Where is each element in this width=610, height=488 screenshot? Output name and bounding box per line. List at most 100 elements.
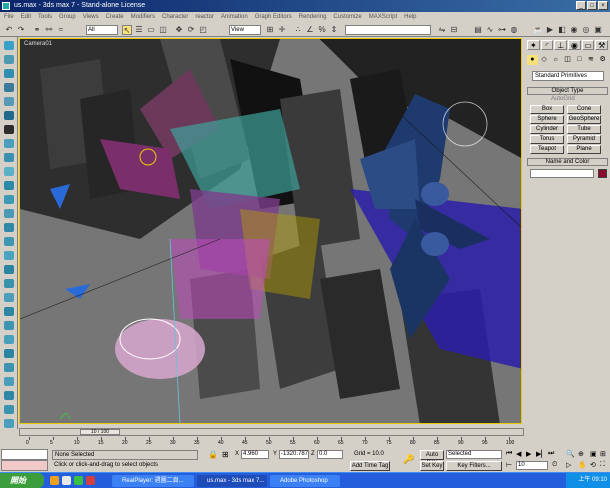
maxscript-output[interactable] — [1, 460, 48, 471]
cloth-tool-icon[interactable] — [4, 307, 14, 316]
x-coord-field[interactable]: 4.960 — [241, 450, 269, 459]
quick-launch-app-icon[interactable] — [86, 476, 95, 485]
particles-tool-icon[interactable] — [4, 153, 14, 162]
lights-tool-icon[interactable] — [4, 69, 14, 78]
menu-edit[interactable]: Edit — [21, 12, 31, 23]
menu-graph-editors[interactable]: Graph Editors — [255, 12, 292, 23]
rope-tool-icon[interactable] — [4, 335, 14, 344]
maximize-viewport-icon[interactable]: ⛶ — [600, 461, 605, 469]
maxscript-listener[interactable] — [1, 449, 48, 471]
cameras-tool-icon[interactable] — [4, 83, 14, 92]
display-tab-icon[interactable]: ▭ — [581, 40, 595, 50]
auto-key-button[interactable]: Auto Key — [420, 450, 444, 466]
start-button[interactable]: 開始 — [0, 473, 44, 488]
autogrid-checkbox[interactable]: AutoGrid — [551, 96, 575, 102]
menu-file[interactable]: File — [4, 12, 14, 23]
schematic-view-icon[interactable]: ⊶ — [497, 25, 507, 35]
shapes-category-icon[interactable]: ◇ — [539, 55, 550, 65]
lock-selection-icon[interactable]: 🔒 — [208, 450, 218, 459]
geosphere-button[interactable]: GeoSphere — [567, 115, 601, 124]
select-rotate-icon[interactable]: ⟳ — [186, 25, 196, 35]
create-tab-icon[interactable]: ✦ — [527, 40, 540, 50]
menu-rendering[interactable]: Rendering — [299, 12, 327, 23]
box-button[interactable]: Box — [530, 105, 564, 114]
align-icon[interactable]: ⊟ — [449, 25, 459, 35]
torus-button[interactable]: Torus — [530, 135, 564, 144]
fracture-tool-icon[interactable] — [4, 363, 14, 372]
object-color-swatch[interactable] — [598, 169, 607, 178]
sphere-button[interactable]: Sphere — [530, 115, 564, 124]
menu-modifiers[interactable]: Modifiers — [131, 12, 155, 23]
dynamics-tool-icon[interactable] — [4, 195, 14, 204]
y-coord-field[interactable]: -1320.787 — [279, 450, 309, 459]
systems-category-icon[interactable]: ⚙ — [597, 55, 608, 65]
bones-tool-icon[interactable] — [4, 251, 14, 260]
utilities-tab-icon[interactable]: ⚒ — [595, 40, 609, 50]
field-of-view-icon[interactable]: ▷ — [566, 461, 571, 469]
trackbar[interactable]: 0 5 10 15 20 25 30 35 40 45 50 55 60 65 70 75 80 85 90 95 10… — [19, 437, 524, 448]
hierarchy-tab-icon[interactable]: ⊥ — [554, 40, 568, 50]
plane-tool-icon[interactable] — [4, 377, 14, 386]
zoom-extents-all-icon[interactable]: ⊞ — [600, 450, 606, 458]
current-frame-field[interactable]: 10 — [516, 461, 548, 470]
select-object-icon[interactable]: ↖ — [122, 25, 132, 35]
previous-frame-icon[interactable]: ◀ — [516, 450, 521, 458]
motion-tab-icon[interactable]: ◉ — [568, 40, 581, 50]
unlink-icon[interactable]: ⚯ — [44, 25, 54, 35]
camera-viewport[interactable]: Camera01 — [19, 38, 522, 424]
menu-help[interactable]: Help — [404, 12, 416, 23]
object-name-field[interactable] — [530, 169, 594, 178]
undo-icon[interactable]: ↶ — [4, 25, 14, 35]
geometry-tool-icon[interactable] — [4, 111, 14, 120]
mirror-icon[interactable]: ⇋ — [437, 25, 447, 35]
named-selection-sets-dropdown[interactable] — [345, 25, 431, 35]
menu-character[interactable]: Character — [162, 12, 188, 23]
close-button[interactable]: × — [598, 1, 608, 10]
reference-coordinate-dropdown[interactable]: View — [229, 25, 261, 35]
uvw-tool-icon[interactable] — [4, 237, 14, 246]
quick-launch-ie-icon[interactable] — [50, 476, 59, 485]
selection-filter-dropdown[interactable]: All — [86, 25, 118, 35]
set-key-mode-icon[interactable]: 🔑 — [403, 454, 414, 465]
zoom-all-icon[interactable]: ⊕ — [578, 450, 584, 458]
menu-maxscript[interactable]: MAXScript — [369, 12, 397, 23]
mesh-tool-icon[interactable] — [4, 223, 14, 232]
ik-tool-icon[interactable] — [4, 279, 14, 288]
shapes-tool-icon[interactable] — [4, 97, 14, 106]
key-mode-dropdown[interactable]: Selected — [446, 450, 502, 459]
bind-space-warp-icon[interactable]: ≈ — [56, 25, 66, 35]
menu-tools[interactable]: Tools — [38, 12, 52, 23]
tube-button[interactable]: Tube — [567, 125, 601, 134]
render-frame-icon[interactable]: ▣ — [593, 25, 603, 35]
menu-reactor[interactable]: reactor — [195, 12, 214, 23]
set-key-button[interactable]: Set Key — [420, 461, 444, 471]
object-category-dropdown[interactable]: Standard Primitives — [532, 71, 604, 81]
cylinder-button[interactable]: Cylinder — [530, 125, 564, 134]
select-move-icon[interactable]: ✥ — [174, 25, 184, 35]
arc-rotate-icon[interactable]: ⟲ — [590, 461, 596, 469]
quick-launch-desktop-icon[interactable] — [62, 476, 71, 485]
render-type-icon[interactable]: ◧ — [557, 25, 567, 35]
angle-snap-icon[interactable]: ∠ — [305, 25, 315, 35]
skin-tool-icon[interactable] — [4, 265, 14, 274]
plane-button[interactable]: Plane — [567, 145, 601, 154]
object-type-rollout[interactable]: Object Type — [527, 87, 608, 95]
task-3dsmax[interactable]: us.max - 3ds max 7... — [197, 475, 267, 487]
checker-tool-icon[interactable] — [4, 125, 14, 134]
rectangular-selection-icon[interactable]: ▭ — [146, 25, 156, 35]
percent-snap-icon[interactable]: % — [317, 25, 327, 35]
toy-car-tool-icon[interactable] — [4, 419, 14, 428]
select-scale-icon[interactable]: ◰ — [198, 25, 208, 35]
maximize-button[interactable]: □ — [587, 1, 597, 10]
snap-toggle-icon[interactable]: ∴ — [293, 25, 303, 35]
redo-icon[interactable]: ↷ — [16, 25, 26, 35]
zoom-extents-icon[interactable]: ▣ — [590, 450, 597, 458]
maxscript-input[interactable] — [1, 449, 48, 460]
select-by-name-icon[interactable]: ☰ — [134, 25, 144, 35]
modifier-tool-icon[interactable] — [4, 209, 14, 218]
time-configuration-icon[interactable]: ⏲ — [552, 461, 557, 469]
cameras-category-icon[interactable]: ◫ — [562, 55, 573, 65]
minimize-button[interactable]: _ — [576, 1, 586, 10]
cone-button[interactable]: Cone — [567, 105, 601, 114]
helper-tool-icon[interactable] — [4, 41, 14, 50]
